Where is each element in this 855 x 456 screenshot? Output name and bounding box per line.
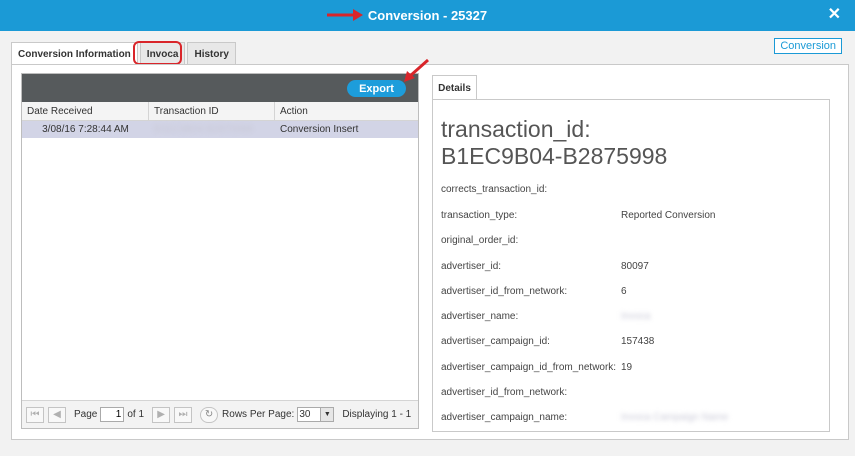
details-title-key: transaction_id: [441, 116, 591, 142]
page-of-label: of 1 [127, 409, 145, 420]
window-titlebar: Conversion - 25327 ✕ [0, 0, 855, 31]
tab-bar: Conversion Information Invoca History [11, 42, 238, 66]
detail-field: corrects_transaction_id: [441, 184, 821, 197]
first-page-icon[interactable]: ⏮ [26, 406, 44, 423]
annotation-arrow-icon [404, 58, 429, 82]
field-value: 6 [621, 286, 627, 297]
detail-field: advertiser_id_from_network: 6 [441, 286, 821, 299]
details-title: transaction_id: B1EC9B04-B2875998 [441, 116, 667, 170]
column-header-transaction-id[interactable]: Transaction ID [149, 102, 275, 120]
annotation-arrow-icon [327, 9, 363, 21]
refresh-icon[interactable]: ↻ [200, 406, 219, 423]
field-value: 157438 [621, 336, 655, 347]
detail-field: advertiser_id: 80097 [441, 261, 821, 274]
field-key: advertiser_id_from_network: [441, 387, 568, 398]
window-title: Conversion - 25327 [367, 8, 488, 23]
column-header-date-received[interactable]: Date Received [22, 102, 149, 120]
detail-field: advertiser_campaign_name: Invoca Campaig… [441, 412, 821, 425]
field-key: corrects_transaction_id: [441, 184, 548, 195]
field-key: original_order_id: [441, 235, 519, 246]
field-value: 19 [621, 362, 633, 373]
prev-page-icon[interactable]: ◀ [48, 406, 66, 423]
detail-field: transaction_type: Reported Conversion [441, 210, 821, 223]
rows-per-page-label: Rows Per Page: [222, 409, 295, 420]
field-value: Invoca Campaign Name [621, 412, 729, 423]
detail-field: advertiser_campaign_id_from_network: 19 [441, 362, 821, 375]
close-icon[interactable]: ✕ [828, 6, 841, 24]
export-button[interactable]: Export [347, 80, 406, 97]
grid-toolbar: Export [22, 74, 418, 102]
table-row[interactable]: 3/08/16 7:28:44 AM B1EC9B04-B2875998 Con… [22, 121, 418, 138]
field-key: transaction_type: [441, 210, 518, 221]
page-label: Page [74, 409, 98, 420]
field-key: advertiser_campaign_name: [441, 412, 568, 423]
field-key: advertiser_id: [441, 261, 502, 272]
cell-date-received: 3/08/16 7:28:44 AM [42, 124, 129, 135]
field-value: 80097 [621, 261, 649, 272]
page-number-input[interactable] [100, 407, 125, 422]
cell-transaction-id: B1EC9B04-B2875998 [154, 124, 253, 135]
grid-header: Date Received Transaction ID Action [22, 102, 418, 121]
detail-field: advertiser_name: Invoca [441, 311, 821, 324]
details-panel: transaction_id: B1EC9B04-B2875998 correc… [432, 99, 830, 432]
detail-field: advertiser_id_from_network: [441, 387, 821, 400]
cell-action: Conversion Insert [280, 124, 359, 135]
last-page-icon[interactable]: ⏭ [174, 406, 193, 423]
field-key: advertiser_campaign_id: [441, 336, 550, 347]
tab-invoca[interactable]: Invoca [139, 42, 186, 65]
pagination-bar: ⏮ ◀ Page of 1 ▶ ⏭ ↻ Rows Per Page: 30 ▼ … [22, 400, 418, 428]
field-key: advertiser_campaign_id_from_network: [441, 362, 617, 373]
detail-field: advertiser_campaign_id: 157438 [441, 336, 821, 349]
field-key: advertiser_name: [441, 311, 519, 322]
conversion-link[interactable]: Conversion [774, 38, 842, 54]
detail-field: original_order_id: [441, 235, 821, 248]
history-grid: Export Date Received Transaction ID Acti… [21, 73, 419, 429]
column-header-action[interactable]: Action [275, 102, 401, 120]
details-title-value: B1EC9B04-B2875998 [441, 143, 668, 169]
next-page-icon[interactable]: ▶ [152, 406, 171, 423]
rows-per-page-select[interactable]: 30 ▼ [297, 407, 335, 422]
field-value: Invoca [621, 311, 651, 322]
displaying-count: Displaying 1 - 1 [342, 409, 412, 420]
tab-conversion-information[interactable]: Conversion Information [11, 42, 138, 66]
tab-history[interactable]: History [187, 42, 236, 65]
field-key: advertiser_id_from_network: [441, 286, 568, 297]
field-value: Reported Conversion [621, 210, 716, 221]
rows-per-page-value: 30 [299, 409, 311, 420]
chevron-down-icon: ▼ [320, 408, 334, 421]
tab-details[interactable]: Details [432, 75, 477, 100]
